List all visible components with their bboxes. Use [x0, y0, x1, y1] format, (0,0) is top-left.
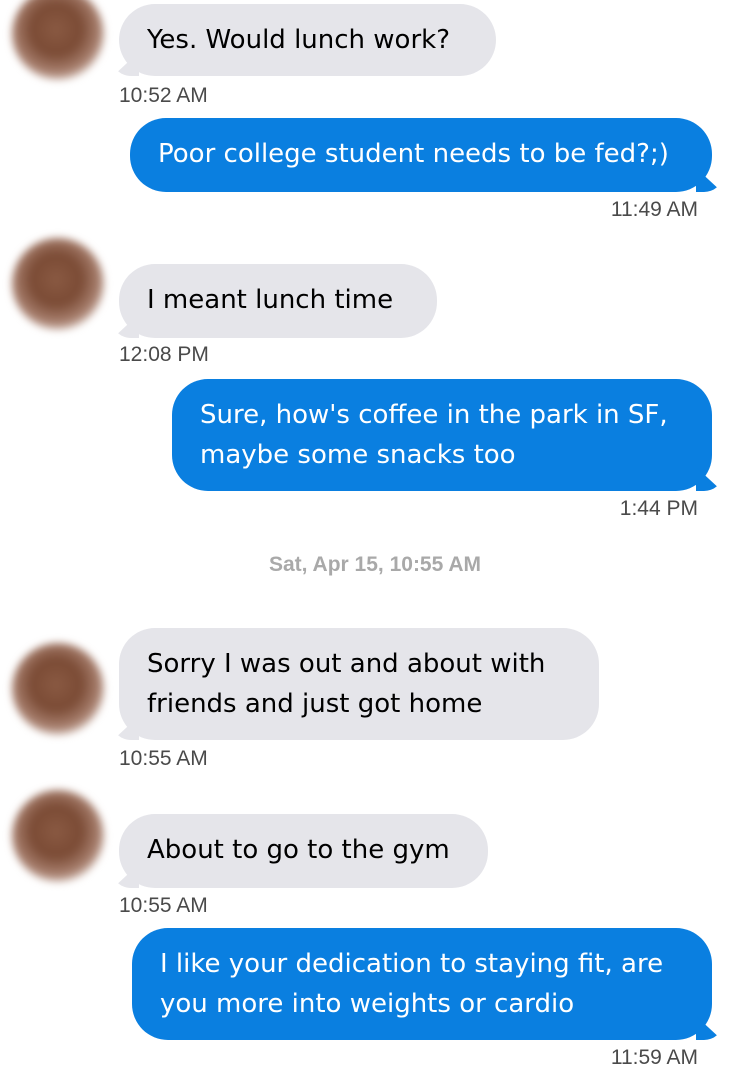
message-timestamp: 10:55 AM: [119, 747, 208, 770]
message-text: Yes. Would lunch work?: [147, 25, 450, 55]
message-timestamp: 12:08 PM: [119, 343, 209, 366]
message-text: Sure, how's coffee in the park in SF, ma…: [200, 400, 668, 470]
outgoing-message-bubble[interactable]: I like your dedication to staying fit, a…: [132, 928, 712, 1040]
message-text: I like your dedication to staying fit, a…: [160, 949, 664, 1019]
message-timestamp: 10:52 AM: [119, 84, 208, 107]
contact-avatar[interactable]: [12, 643, 104, 735]
message-text: Sorry I was out and about with friends a…: [147, 649, 546, 719]
message-text: I meant lunch time: [147, 285, 394, 315]
message-timestamp: 11:49 AM: [610, 198, 698, 221]
incoming-message-bubble[interactable]: Sorry I was out and about with friends a…: [119, 628, 599, 740]
message-text: Poor college student needs to be fed?;): [158, 139, 669, 169]
incoming-message-bubble[interactable]: Yes. Would lunch work?: [119, 4, 496, 76]
contact-avatar[interactable]: [12, 790, 104, 882]
contact-avatar[interactable]: [12, 238, 104, 330]
message-thread: Yes. Would lunch work? 10:52 AM Poor col…: [0, 0, 750, 1077]
incoming-message-bubble[interactable]: I meant lunch time: [119, 264, 437, 338]
outgoing-message-bubble[interactable]: Poor college student needs to be fed?;): [130, 118, 712, 192]
message-text: About to go to the gym: [147, 835, 450, 865]
contact-avatar[interactable]: [12, 0, 104, 80]
message-timestamp: 11:59 AM: [610, 1046, 698, 1069]
message-timestamp: 1:44 PM: [619, 497, 698, 520]
outgoing-message-bubble[interactable]: Sure, how's coffee in the park in SF, ma…: [172, 379, 712, 491]
incoming-message-bubble[interactable]: About to go to the gym: [119, 814, 488, 888]
date-separator: Sat, Apr 15, 10:55 AM: [268, 553, 482, 576]
message-timestamp: 10:55 AM: [119, 894, 208, 917]
